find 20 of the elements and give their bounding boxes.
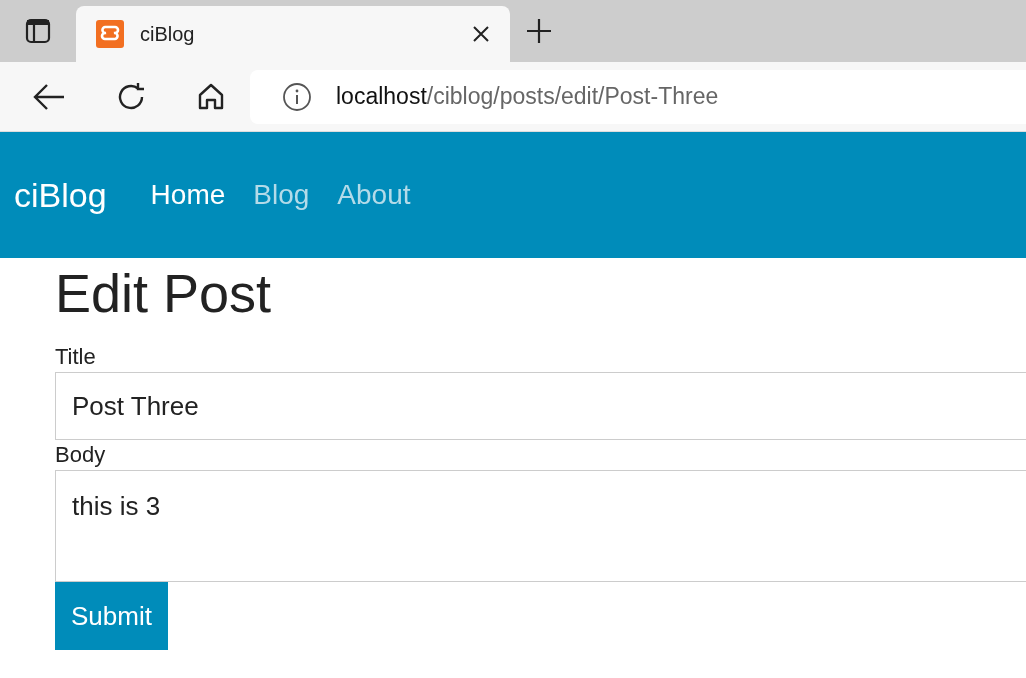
sidebar-toggle-icon[interactable] xyxy=(25,18,51,44)
address-bar[interactable]: localhost/ciblog/posts/edit/Post-Three xyxy=(250,69,1026,124)
tab-title: ciBlog xyxy=(140,22,196,47)
brand-link[interactable]: ciBlog xyxy=(14,169,107,221)
nav-link[interactable]: About xyxy=(337,174,411,216)
page-heading: Edit Post xyxy=(55,266,273,320)
url-text: localhost/ciblog/posts/edit/Post-Three xyxy=(336,82,719,112)
title-input[interactable]: Post Three xyxy=(55,372,1026,440)
body-textarea[interactable]: this is 3 xyxy=(55,470,1026,582)
back-arrow-icon[interactable] xyxy=(32,82,67,111)
app-logo-icon xyxy=(96,20,124,48)
info-icon xyxy=(282,81,312,112)
browser-tab[interactable]: ciBlog xyxy=(76,6,510,62)
nav-link[interactable]: Blog xyxy=(253,174,310,216)
new-tab-icon[interactable] xyxy=(526,18,552,44)
close-icon[interactable] xyxy=(472,25,490,43)
nav-link[interactable]: Home xyxy=(150,174,226,216)
field-label: Title xyxy=(55,343,97,371)
field-label: Body xyxy=(55,441,107,469)
submit-button[interactable]: Submit xyxy=(55,582,168,650)
